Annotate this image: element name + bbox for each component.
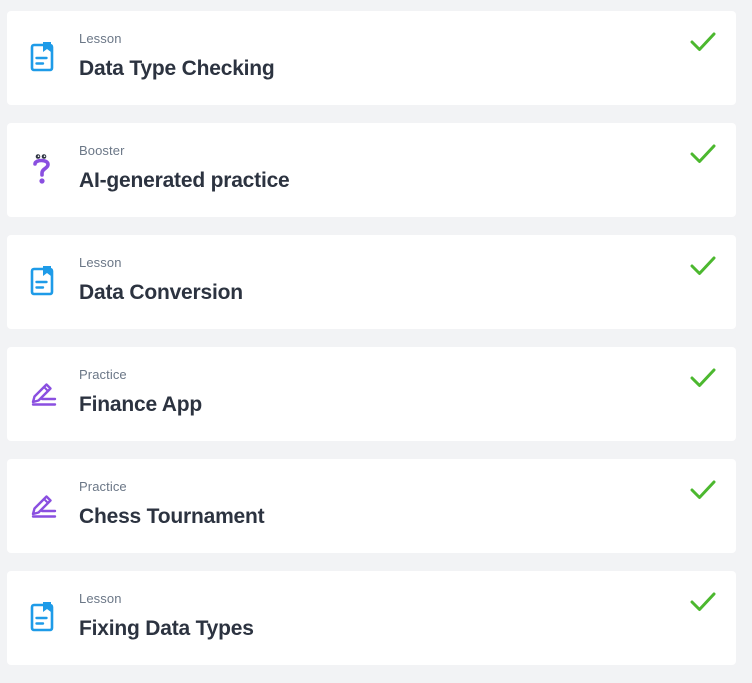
item-type-label: Lesson <box>79 255 122 270</box>
list-item-finance-app[interactable]: Practice Finance App <box>7 347 736 441</box>
item-type-label: Lesson <box>79 591 122 606</box>
list-item-data-type-checking[interactable]: Lesson Data Type Checking <box>7 11 736 105</box>
item-type-label: Lesson <box>79 31 122 46</box>
item-title: Chess Tournament <box>79 505 265 528</box>
item-title: AI-generated practice <box>79 169 290 192</box>
list-item-fixing-data-types[interactable]: Lesson Fixing Data Types <box>7 571 736 665</box>
item-title: Data Type Checking <box>79 57 275 80</box>
item-title: Data Conversion <box>79 281 243 304</box>
item-title: Finance App <box>79 393 203 416</box>
practice-icon <box>29 489 57 523</box>
checkmark-icon <box>690 591 716 613</box>
checkmark-icon <box>690 479 716 501</box>
booster-icon <box>29 153 57 187</box>
lesson-icon <box>29 601 57 635</box>
lesson-icon <box>29 41 57 75</box>
list-item-ai-generated-practice[interactable]: Booster AI-generated practice <box>7 123 736 217</box>
learning-path-list: Lesson Data Type Checking Booster AI-gen… <box>7 11 736 683</box>
checkmark-icon <box>690 31 716 53</box>
checkmark-icon <box>690 367 716 389</box>
item-type-label: Booster <box>79 143 125 158</box>
item-type-label: Practice <box>79 479 127 494</box>
lesson-icon <box>29 265 57 299</box>
practice-icon <box>29 377 57 411</box>
checkmark-icon <box>690 255 716 277</box>
item-type-label: Practice <box>79 367 127 382</box>
item-title: Fixing Data Types <box>79 617 254 640</box>
checkmark-icon <box>690 143 716 165</box>
list-item-chess-tournament[interactable]: Practice Chess Tournament <box>7 459 736 553</box>
list-item-data-conversion[interactable]: Lesson Data Conversion <box>7 235 736 329</box>
